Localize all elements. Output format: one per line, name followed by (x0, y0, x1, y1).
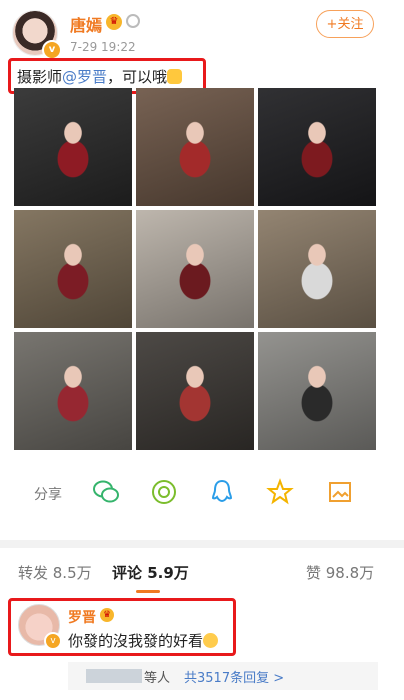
post-photo[interactable] (14, 88, 132, 206)
post-photo[interactable] (136, 88, 254, 206)
medal-icon (126, 14, 140, 28)
reply-summary[interactable]: 等人 共3517条回复 > (68, 662, 378, 690)
star-icon[interactable] (266, 478, 294, 506)
tab-likes[interactable]: 赞 98.8万 (306, 562, 374, 583)
photo-grid (14, 88, 376, 454)
reply-users-blurred (86, 669, 142, 683)
photo-subject (136, 88, 254, 206)
moments-icon[interactable] (150, 478, 178, 506)
comment-text-body: 你發的沒我發的好看 (68, 632, 204, 650)
post-header: v 唐嫣 ♛ 7-29 19:22 +关注 (0, 0, 404, 60)
post-text-suffix: ，可以哦 (107, 68, 168, 86)
comment-user-name[interactable]: 罗晋 (68, 607, 96, 627)
post-user-name[interactable]: 唐嫣 (70, 12, 102, 36)
comment-vip-crown-icon: ♛ (100, 608, 114, 622)
photo-subject (136, 210, 254, 328)
tab-active-indicator (136, 590, 160, 593)
follow-button[interactable]: +关注 (316, 10, 374, 38)
section-divider (0, 540, 404, 548)
comment-text: 你發的沒我發的好看 (68, 630, 219, 651)
thumbs-up-icon (167, 69, 183, 84)
post-photo[interactable] (258, 88, 376, 206)
share-label: 分享 (34, 487, 62, 503)
vip-crown-icon: ♛ (106, 14, 122, 30)
wechat-icon[interactable] (92, 478, 120, 506)
photo-subject (258, 88, 376, 206)
photo-subject (14, 88, 132, 206)
photo-subject (14, 332, 132, 450)
photo-subject (258, 210, 376, 328)
tab-repost[interactable]: 转发 8.5万 (18, 562, 92, 583)
post-photo[interactable] (14, 210, 132, 328)
tab-comments[interactable]: 评论 5.9万 (112, 562, 189, 583)
reply-user-suffix: 等人 (144, 671, 171, 686)
photo-subject (136, 332, 254, 450)
post-time: 7-29 19:22 (70, 40, 136, 54)
photo-subject (258, 332, 376, 450)
image-save-icon[interactable] (326, 478, 354, 506)
comment-verified-icon: v (44, 632, 62, 650)
post-text-prefix: 摄影师 (17, 68, 63, 86)
post-text: 摄影师@罗晋，可以哦 (17, 66, 183, 87)
post-photo[interactable] (136, 332, 254, 450)
post-photo[interactable] (258, 210, 376, 328)
post-photo[interactable] (136, 210, 254, 328)
post-photo[interactable] (14, 332, 132, 450)
smile-icon (203, 633, 219, 648)
reply-count-link[interactable]: 共3517条回复 > (184, 667, 284, 686)
qq-icon[interactable] (208, 478, 236, 506)
post-photo[interactable] (258, 332, 376, 450)
verified-icon: v (42, 40, 62, 60)
photo-subject (14, 210, 132, 328)
share-actions: 分享 (0, 470, 404, 514)
mention-link[interactable]: @罗晋 (62, 68, 107, 86)
